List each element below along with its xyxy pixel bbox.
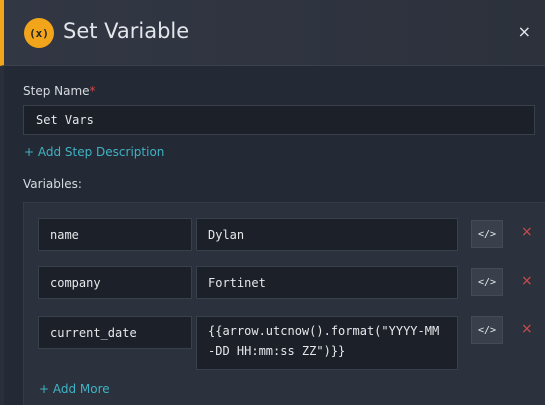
variables-panel: name Dylan </> × company Fortinet </> × …: [23, 202, 545, 405]
remove-variable-icon[interactable]: ×: [521, 274, 533, 288]
variable-name-input[interactable]: company: [38, 266, 192, 299]
code-editor-button[interactable]: </>: [471, 316, 503, 344]
close-icon[interactable]: ×: [518, 24, 531, 40]
add-step-description-link[interactable]: + Add Step Description: [24, 145, 164, 159]
variable-value-input[interactable]: Fortinet: [196, 266, 458, 299]
variable-value-input[interactable]: Dylan: [196, 218, 458, 251]
add-more-variables-link[interactable]: + Add More: [39, 382, 110, 396]
remove-variable-icon[interactable]: ×: [521, 322, 533, 336]
variable-value-input[interactable]: {{arrow.utcnow().format("YYYY-MM-DD HH:m…: [196, 316, 458, 370]
variables-label: Variables:: [23, 177, 82, 191]
code-icon: </>: [477, 228, 497, 240]
code-editor-button[interactable]: </>: [471, 268, 503, 296]
dialog-title: Set Variable: [63, 19, 190, 43]
remove-variable-icon[interactable]: ×: [521, 225, 533, 239]
step-name-input[interactable]: Set Vars: [23, 105, 535, 135]
code-icon: </>: [477, 324, 497, 336]
required-mark: *: [89, 84, 96, 98]
dialog-header: (x) Set Variable ×: [0, 0, 545, 66]
code-icon: </>: [477, 276, 497, 288]
step-name-label: Step Name*: [23, 84, 96, 98]
variable-name-input[interactable]: name: [38, 218, 192, 251]
variable-name-input[interactable]: current_date: [38, 316, 192, 349]
variable-step-icon: (x): [24, 18, 54, 48]
dialog-left-edge: [0, 66, 4, 405]
code-editor-button[interactable]: </>: [471, 220, 503, 248]
